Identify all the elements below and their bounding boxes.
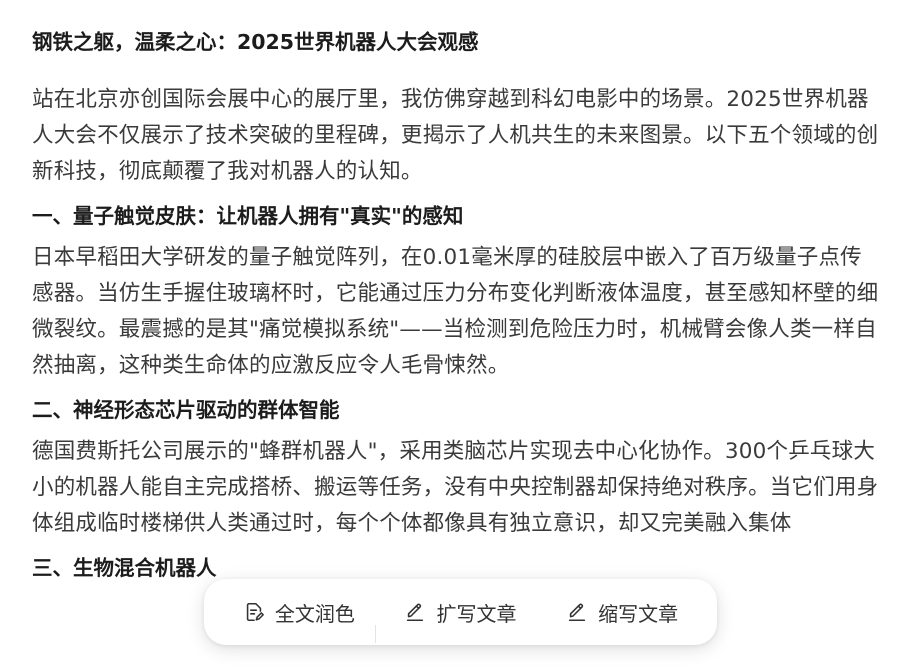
- polish-button[interactable]: 全文润色: [233, 592, 365, 633]
- polish-label: 全文润色: [274, 601, 355, 626]
- pen-icon: [404, 601, 426, 623]
- floating-toolbar: 全文润色 扩写文章 缩写文章: [204, 579, 717, 645]
- section-body-2: 德国费斯托公司展示的"蜂群机器人"，采用类脑芯片实现去中心化协作。300个乒乓球…: [32, 439, 879, 536]
- pen-icon: [566, 601, 588, 623]
- document-edit-icon: [243, 601, 265, 623]
- intro-paragraph: 站在北京亦创国际会展中心的展厅里，我仿佛穿越到科幻电影中的场景。2025世界机器…: [32, 87, 879, 184]
- section-body-1: 日本早稻田大学研发的量子触觉阵列，在0.01毫米厚的硅胶层中嵌入了百万级量子点传…: [32, 245, 879, 378]
- article-title: 钢铁之躯，温柔之心：2025世界机器人大会观感: [32, 30, 479, 54]
- expand-label: 扩写文章: [436, 601, 517, 626]
- shorten-button[interactable]: 缩写文章: [556, 592, 688, 633]
- section-heading-2: 二、神经形态芯片驱动的群体智能: [32, 398, 340, 422]
- shorten-label: 缩写文章: [598, 601, 679, 626]
- expand-button[interactable]: 扩写文章: [394, 592, 526, 633]
- toolbar-divider: [375, 625, 376, 643]
- article: 钢铁之躯，温柔之心：2025世界机器人大会观感 站在北京亦创国际会展中心的展厅里…: [32, 22, 880, 592]
- section-heading-1: 一、量子触觉皮肤：让机器人拥有"真实"的感知: [32, 204, 464, 228]
